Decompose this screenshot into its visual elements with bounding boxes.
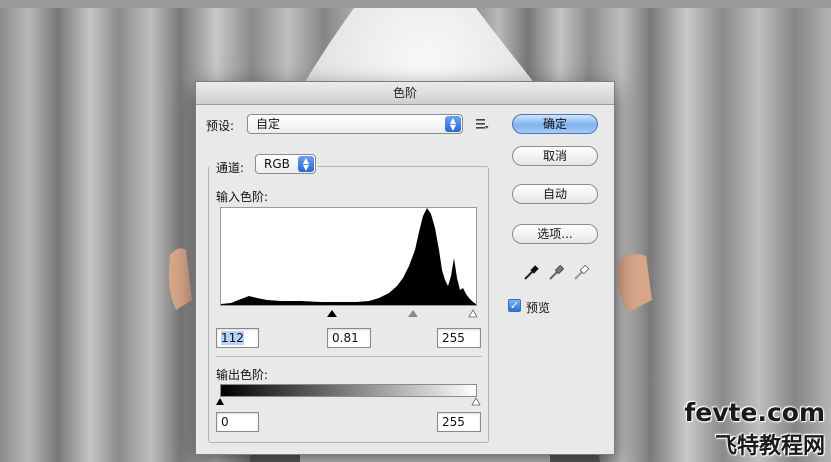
watermark-name: 飞特教程网: [714, 434, 825, 459]
output-slider-track[interactable]: [216, 397, 482, 407]
select-stepper-icon: ▲ ▼: [298, 156, 314, 172]
levels-dialog: 色阶 预设: 自定 ▲ ▼ 通道: RGB ▲ ▼ 输入色阶: 112 0.81…: [195, 81, 615, 455]
input-white-field[interactable]: 255: [437, 328, 481, 348]
black-point-eyedropper-icon[interactable]: [522, 264, 540, 282]
ok-button[interactable]: 确定: [512, 114, 598, 134]
channel-value: RGB: [264, 157, 290, 171]
output-black-slider[interactable]: [216, 398, 224, 405]
histogram: [220, 207, 477, 306]
input-gamma-slider[interactable]: [408, 310, 418, 317]
cancel-button[interactable]: 取消: [512, 146, 598, 166]
input-gamma-field[interactable]: 0.81: [327, 328, 371, 348]
output-black-field[interactable]: 0: [216, 412, 259, 432]
auto-button[interactable]: 自动: [512, 184, 598, 204]
input-black-value: 112: [221, 331, 244, 345]
output-gradient-bar: [220, 384, 477, 397]
output-white-slider[interactable]: [471, 397, 481, 406]
input-slider-track[interactable]: [220, 309, 478, 319]
preview-label: 预览: [526, 301, 551, 315]
preset-options-icon[interactable]: [475, 117, 489, 131]
white-point-eyedropper-icon[interactable]: [572, 264, 590, 282]
options-button[interactable]: 选项...: [512, 224, 598, 244]
gray-point-eyedropper-icon[interactable]: [547, 264, 565, 282]
input-white-slider[interactable]: [468, 309, 478, 318]
output-black-value: 0: [221, 415, 229, 429]
dialog-title: 色阶: [196, 82, 614, 105]
preset-select[interactable]: 自定 ▲ ▼: [247, 114, 463, 134]
channel-label: 通道:: [216, 161, 245, 175]
output-white-field[interactable]: 255: [437, 412, 481, 432]
watermark-site: fevte.com: [684, 398, 825, 427]
preset-value: 自定: [256, 117, 281, 131]
divider: [216, 356, 482, 357]
input-black-field[interactable]: 112: [216, 328, 259, 348]
input-white-value: 255: [442, 331, 465, 345]
input-black-slider[interactable]: [327, 310, 337, 317]
preset-label: 预设:: [206, 119, 235, 133]
input-gamma-value: 0.81: [332, 331, 359, 345]
preview-checkbox[interactable]: ✓: [508, 299, 521, 312]
channel-select[interactable]: RGB ▲ ▼: [255, 154, 316, 174]
input-levels-label: 输入色阶:: [216, 190, 269, 204]
output-white-value: 255: [442, 415, 465, 429]
select-stepper-icon: ▲ ▼: [445, 116, 461, 132]
output-levels-label: 输出色阶:: [216, 368, 269, 382]
